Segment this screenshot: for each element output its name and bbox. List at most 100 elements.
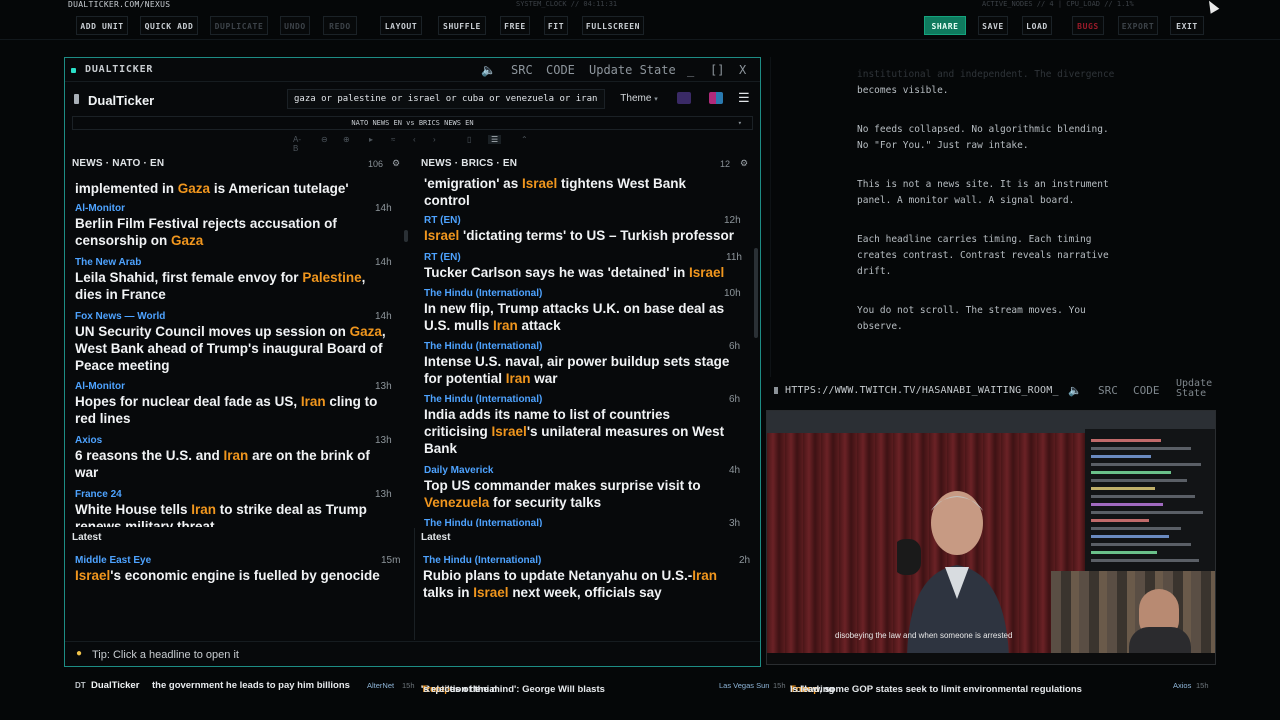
headline[interactable]: Top US commander makes surprise visit to… [424,477,701,511]
info-text: drift. [857,266,892,277]
source-label[interactable]: Daily Maverick [424,465,494,476]
streamer-webcam [1051,571,1215,664]
share-button[interactable]: SHARE [924,16,966,35]
headline[interactable]: implemented in Gaza is American tutelage… [75,180,349,197]
bugs-button[interactable]: BUGS [1072,16,1104,35]
right-feed-heading: NEWS · BRICS · EN [421,158,518,169]
headline[interactable]: Leila Shahid, first female envoy for Pal… [75,269,365,303]
duplicate-button[interactable]: DUPLICATE [210,16,268,35]
shuffle-button[interactable]: SHUFFLE [438,16,486,35]
next-icon[interactable]: › [433,135,436,144]
src-button[interactable]: SRC [1098,384,1118,397]
ab-toggle-icon[interactable]: A-B [293,135,301,153]
audio-icon[interactable]: 🔈 [1068,384,1082,397]
info-text: No "For You." Just raw intake. [857,140,1029,151]
info-text: No feeds collapsed. No algorithmic blend… [857,124,1109,135]
close-button[interactable]: X [739,63,746,77]
code-button[interactable]: CODE [546,63,575,77]
stream-video[interactable]: disobeying the law and when someone is a… [766,410,1216,665]
time-label: 11h [726,252,742,263]
gear-icon[interactable]: ⚙ [740,158,748,169]
split-view-icon[interactable] [677,92,691,104]
export-button[interactable]: EXPORT [1118,16,1158,35]
source-label[interactable]: Axios [75,435,102,446]
source-label[interactable]: The Hindu (International) [423,555,541,566]
load-button[interactable]: LOAD [1022,16,1052,35]
undo-button[interactable]: UNDO [280,16,310,35]
zoom-out-icon[interactable]: ⊖ [321,135,328,144]
redo-button[interactable]: REDO [323,16,357,35]
feed-selector[interactable]: NATO NEWS EN vs BRICS NEWS EN ▾ [72,116,753,130]
headline[interactable]: Tucker Carlson says he was 'detained' in… [424,264,724,281]
save-button[interactable]: SAVE [978,16,1008,35]
source-label[interactable]: The Hindu (International) [424,518,542,527]
free-button[interactable]: FREE [500,16,530,35]
update-state-button[interactable]: Update State [589,63,676,77]
ticker-headline[interactable]: the government he leads to pay him billi… [152,680,350,691]
headline[interactable]: India adds its name to list of countries… [424,406,724,457]
fit-button[interactable]: FIT [544,16,568,35]
source-label[interactable]: Al-Monitor [75,381,125,392]
quick-add-button[interactable]: QUICK ADD [140,16,198,35]
ticker-source: Las Vegas Sun [719,681,770,690]
headline[interactable]: Israel 'dictating terms' to US – Turkish… [424,227,734,244]
audio-icon[interactable]: 🔈 [481,63,496,77]
exit-button[interactable]: EXIT [1170,16,1204,35]
system-stats: ACTIVE_NODES // 4 | CPU_LOAD // 1.1% [982,0,1134,8]
headline[interactable]: White House tells Iran to strike deal as… [75,501,367,527]
frame-icon[interactable]: ▯ [467,135,471,144]
src-button[interactable]: SRC [511,63,533,77]
site-url: DUALTICKER.COM/NEXUS [68,0,171,9]
stream-url: HTTPS://WWW.TWITCH.TV/HASANABI_WAITING_R… [785,385,1059,396]
headline[interactable]: UN Security Council moves up session on … [75,323,386,374]
info-text: institutional and independent. The diver… [857,69,1115,80]
source-label[interactable]: France 24 [75,489,122,500]
tip-text: Tip: Click a headline to open it [92,649,239,661]
system-bar: DUALTICKER.COM/NEXUS SYSTEM_CLOCK // 04:… [0,0,1280,9]
palette-icon[interactable] [709,92,723,104]
source-label[interactable]: RT (EN) [424,215,461,226]
play-icon[interactable]: ▸ [369,135,373,144]
code-button[interactable]: CODE [1133,384,1160,397]
list-icon[interactable]: ☰ [488,135,502,144]
gear-icon[interactable]: ⚙ [392,158,400,169]
source-label[interactable]: Al-Monitor [75,203,125,214]
source-label[interactable]: Fox News — World [75,311,165,322]
fullscreen-button[interactable]: FULLSCREEN [582,16,644,35]
headline[interactable]: Hopes for nuclear deal fade as US, Iran … [75,393,377,427]
wave-icon[interactable]: ≈ [391,135,395,144]
prev-icon[interactable]: ‹ [413,135,416,144]
source-label[interactable]: The Hindu (International) [424,288,542,299]
video-controls[interactable] [767,653,1215,664]
update-state-button[interactable]: Update State [1176,379,1212,399]
twitch-titlebar[interactable]: HTTPS://WWW.TWITCH.TV/HASANABI_WAITING_R… [770,379,1216,401]
source-label[interactable]: The Hindu (International) [424,341,542,352]
headline[interactable]: Berlin Film Festival rejects accusation … [75,215,337,249]
source-label[interactable]: The New Arab [75,257,141,268]
layout-button[interactable]: LAYOUT [380,16,422,35]
window-titlebar[interactable]: DUALTICKER 🔈 SRC CODE Update State _ [] … [65,58,760,82]
source-label[interactable]: The Hindu (International) [424,394,542,405]
info-text: Each headline carries timing. Each timin… [857,234,1092,245]
theme-dropdown[interactable]: Theme ▾ [615,89,663,109]
zoom-in-icon[interactable]: ⊕ [343,135,350,144]
headline[interactable]: Rubio plans to update Netanyahu on U.S.-… [423,567,717,601]
add-unit-button[interactable]: ADD UNIT [76,16,128,35]
collapse-icon[interactable]: ⌃ [521,135,528,144]
minimize-button[interactable]: _ [687,63,694,77]
source-label[interactable]: Middle East Eye [75,555,151,566]
search-input[interactable]: gaza or palestine or israel or cuba or v… [287,89,605,109]
headline[interactable]: Israel's economic engine is fuelled by g… [75,567,380,584]
headline[interactable]: 6 reasons the U.S. and Iran are on the b… [75,447,370,481]
source-label[interactable]: RT (EN) [424,252,461,263]
right-scrollbar[interactable] [754,248,758,338]
maximize-button[interactable]: [] [710,63,724,77]
time-label: 2h [739,555,751,566]
time-label: 13h [375,489,392,500]
headline[interactable]: Intense U.S. naval, air power buildup se… [424,353,729,387]
menu-icon[interactable]: ☰ [738,91,752,104]
left-scrollbar[interactable] [404,230,408,242]
chevron-down-icon: ▾ [654,96,658,103]
headline[interactable]: 'emigration' as Israel tightens West Ban… [424,175,686,209]
headline[interactable]: In new flip, Trump attacks U.K. on base … [424,300,724,334]
